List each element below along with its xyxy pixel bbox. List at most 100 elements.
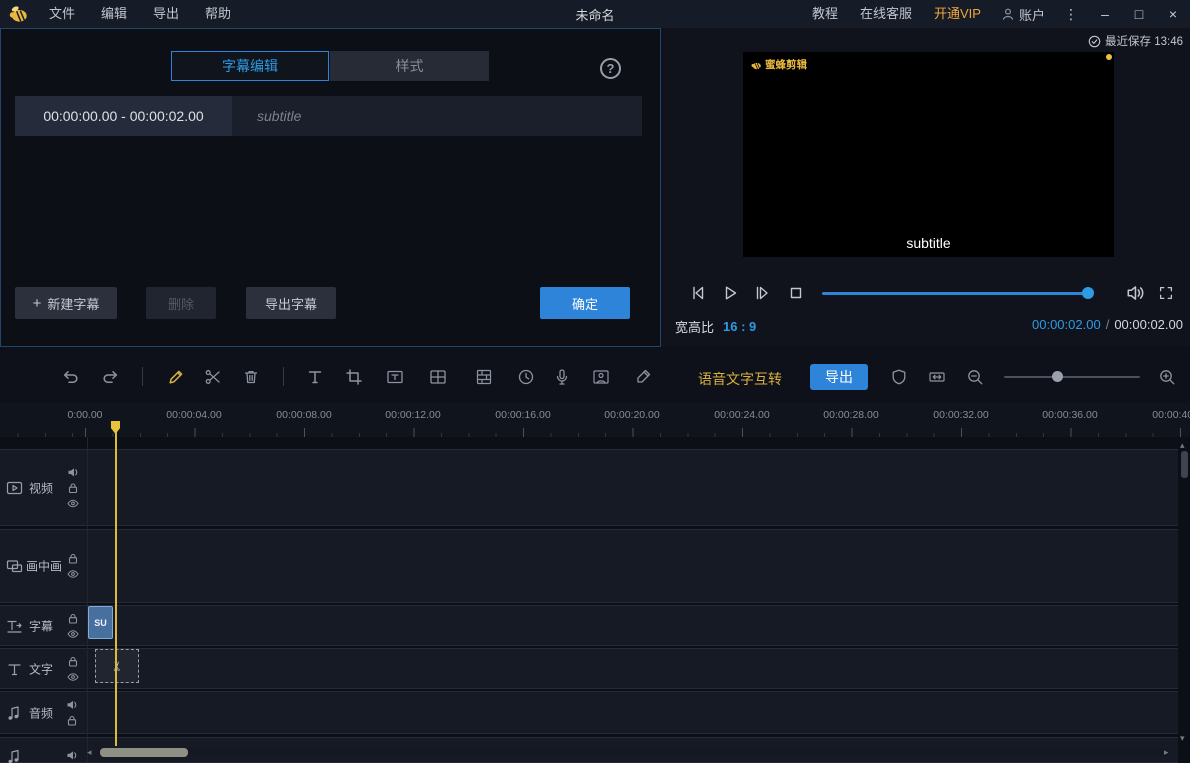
subtitle-clip[interactable]: SU: [88, 606, 113, 639]
playback-slider-knob[interactable]: [1082, 287, 1094, 299]
current-time: 00:00:02.00: [1032, 317, 1101, 332]
subtitle-time-range[interactable]: 00:00:00.00 - 00:00:02.00: [15, 96, 232, 136]
vscroll-up-arrow[interactable]: ▴: [1180, 440, 1185, 450]
autosave-status: 最近保存 13:46: [1088, 33, 1183, 49]
export-subtitle-button[interactable]: 导出字幕: [246, 287, 336, 319]
crop-icon[interactable]: [343, 366, 365, 388]
visibility-eye-icon[interactable]: [66, 628, 80, 639]
ruler-label: 00:00:08.00: [276, 409, 331, 421]
ruler-label: 00:00:20.00: [604, 409, 659, 421]
lock-icon[interactable]: [67, 655, 79, 667]
duration-clock-icon[interactable]: [515, 366, 537, 388]
volume-icon[interactable]: [1125, 282, 1147, 304]
mute-icon[interactable]: [67, 467, 79, 478]
track-audio[interactable]: 音频: [0, 691, 1178, 734]
subtitle-text-input[interactable]: subtitle: [232, 96, 642, 136]
mute-icon[interactable]: [66, 750, 78, 761]
timeline-ruler[interactable]: 0:00.00 00:00:04.00 00:00:08.00 00:00:12…: [0, 403, 1190, 437]
voice-text-convert-button[interactable]: 语音文字互转: [698, 369, 782, 389]
subtitle-track-icon: [6, 617, 23, 634]
menu-export[interactable]: 导出: [140, 0, 192, 28]
visibility-eye-icon[interactable]: [66, 569, 80, 580]
track-pip[interactable]: 画中画: [0, 529, 1178, 603]
play-button[interactable]: [720, 283, 740, 303]
zoom-slider[interactable]: [1004, 376, 1140, 378]
help-icon[interactable]: ?: [600, 58, 621, 79]
tab-style[interactable]: 样式: [330, 51, 489, 81]
watermark-label: 蜜蜂剪辑: [765, 57, 807, 72]
vscroll-thumb[interactable]: [1181, 451, 1188, 478]
app-logo-icon: [7, 3, 29, 25]
menu-help[interactable]: 帮助: [192, 0, 244, 28]
portrait-cutout-icon[interactable]: [590, 366, 612, 388]
stop-button[interactable]: [786, 283, 806, 303]
ruler-label: 00:00:32.00: [933, 409, 988, 421]
vscroll-down-arrow[interactable]: ▾: [1180, 733, 1185, 743]
aspect-ratio-value[interactable]: 16 : 9: [723, 319, 756, 334]
zoom-slider-knob[interactable]: [1052, 371, 1063, 382]
vip-link[interactable]: 开通VIP: [923, 0, 992, 28]
hscroll-thumb[interactable]: [100, 748, 188, 757]
account-button[interactable]: 账户: [992, 5, 1054, 24]
support-link[interactable]: 在线客服: [849, 0, 923, 28]
hscroll-right-arrow[interactable]: ▸: [1164, 747, 1169, 757]
edit-pencil-icon[interactable]: [165, 366, 187, 388]
mosaic-icon[interactable]: [473, 366, 495, 388]
subtitle-row[interactable]: 00:00:00.00 - 00:00:02.00 subtitle: [15, 96, 642, 136]
fullscreen-icon[interactable]: [1157, 284, 1175, 302]
ruler-label: 00:00:12.00: [385, 409, 440, 421]
prev-frame-button[interactable]: [688, 283, 708, 303]
shield-icon[interactable]: [888, 366, 910, 388]
lock-icon[interactable]: [67, 553, 79, 565]
ruler-major-ticks: [0, 428, 1190, 437]
track-text[interactable]: 文字: [0, 648, 1178, 689]
titlebar-right: 教程 在线客服 开通VIP 账户 ⋮ – □ ×: [801, 0, 1190, 28]
split-scissors-icon[interactable]: [202, 366, 224, 388]
split-screen-icon[interactable]: [427, 366, 449, 388]
redo-icon[interactable]: [100, 366, 122, 388]
track-subtitle[interactable]: 字幕: [0, 605, 1178, 646]
hscroll-left-arrow[interactable]: ◂: [87, 747, 92, 757]
undo-icon[interactable]: [59, 366, 81, 388]
playback-slider[interactable]: [822, 292, 1090, 295]
zoom-out-icon[interactable]: [964, 366, 986, 388]
visibility-eye-icon[interactable]: [66, 671, 80, 682]
next-frame-button[interactable]: [752, 283, 772, 303]
fit-timeline-icon[interactable]: [926, 366, 948, 388]
selection-handle-dot[interactable]: [1106, 54, 1112, 60]
text-tool-icon[interactable]: [304, 366, 326, 388]
saved-check-icon: [1088, 35, 1101, 48]
track-label: 画中画: [26, 558, 62, 575]
zoom-in-icon[interactable]: [1156, 366, 1178, 388]
aspect-ratio-row[interactable]: 宽高比 16 : 9: [675, 317, 756, 336]
close-button[interactable]: ×: [1156, 0, 1190, 28]
subtitle-overlay[interactable]: subtitle: [743, 235, 1114, 251]
menu-file[interactable]: 文件: [36, 0, 88, 28]
confirm-button[interactable]: 确定: [540, 287, 630, 319]
user-icon: [1001, 7, 1015, 21]
lock-icon[interactable]: [67, 612, 79, 624]
maximize-button[interactable]: □: [1122, 0, 1156, 28]
lock-icon[interactable]: [67, 482, 79, 494]
delete-trash-icon[interactable]: [240, 366, 262, 388]
delete-subtitle-button[interactable]: 删除: [146, 287, 216, 319]
chroma-key-icon[interactable]: [632, 366, 654, 388]
export-button[interactable]: 导出: [810, 364, 868, 390]
caption-frame-icon[interactable]: [384, 366, 406, 388]
minimize-button[interactable]: –: [1088, 0, 1122, 28]
tutorial-link[interactable]: 教程: [801, 0, 849, 28]
mute-icon[interactable]: [66, 699, 78, 710]
playhead-line[interactable]: [115, 421, 117, 746]
hscroll-track[interactable]: [98, 748, 1170, 757]
lock-icon[interactable]: [66, 714, 78, 726]
clip-paste-target[interactable]: ✂: [95, 649, 139, 683]
new-subtitle-button[interactable]: + 新建字幕: [15, 287, 117, 319]
menu-edit[interactable]: 编辑: [88, 0, 140, 28]
more-menu-button[interactable]: ⋮: [1054, 6, 1088, 23]
video-preview[interactable]: 蜜蜂剪辑 subtitle: [743, 52, 1114, 257]
record-audio-icon[interactable]: [551, 366, 573, 388]
visibility-eye-icon[interactable]: [66, 498, 80, 509]
track-video[interactable]: 视频: [0, 449, 1178, 526]
tab-subtitle-edit[interactable]: 字幕编辑: [171, 51, 329, 81]
ruler-label: 00:00:16.00: [495, 409, 550, 421]
